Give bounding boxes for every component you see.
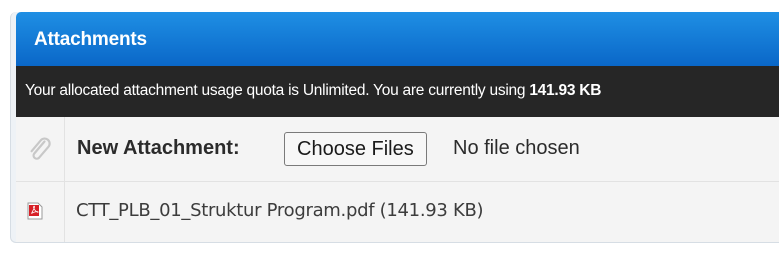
- new-attachment-label: New Attachment:: [77, 137, 240, 159]
- quota-usage: 141.93 KB: [529, 82, 602, 99]
- quota-text: Your allocated attachment usage quota is…: [25, 82, 601, 100]
- file-icon-cell: [16, 182, 65, 242]
- attachments-header: Attachments: [16, 12, 779, 66]
- new-attachment-icon-cell: [16, 117, 65, 181]
- paperclip-icon: [30, 137, 51, 160]
- attachment-file-row: CTT_PLB_01_Struktur Program.pdf (141.93 …: [16, 182, 779, 242]
- choose-files-button[interactable]: Choose Files: [284, 132, 427, 166]
- pdf-file-icon: [27, 202, 43, 220]
- new-attachment-row: New Attachment: Choose Files No file cho…: [16, 117, 779, 182]
- quota-bar: Your allocated attachment usage quota is…: [16, 66, 779, 117]
- attachments-panel: Attachments Your allocated attachment us…: [10, 12, 779, 243]
- attachments-title: Attachments: [34, 29, 147, 50]
- attachment-file-link[interactable]: CTT_PLB_01_Struktur Program.pdf (141.93 …: [76, 200, 484, 221]
- page: Attachments Your allocated attachment us…: [0, 0, 779, 271]
- file-chosen-status: No file chosen: [453, 137, 580, 159]
- quota-text-prefix: Your allocated attachment usage quota is…: [25, 82, 530, 99]
